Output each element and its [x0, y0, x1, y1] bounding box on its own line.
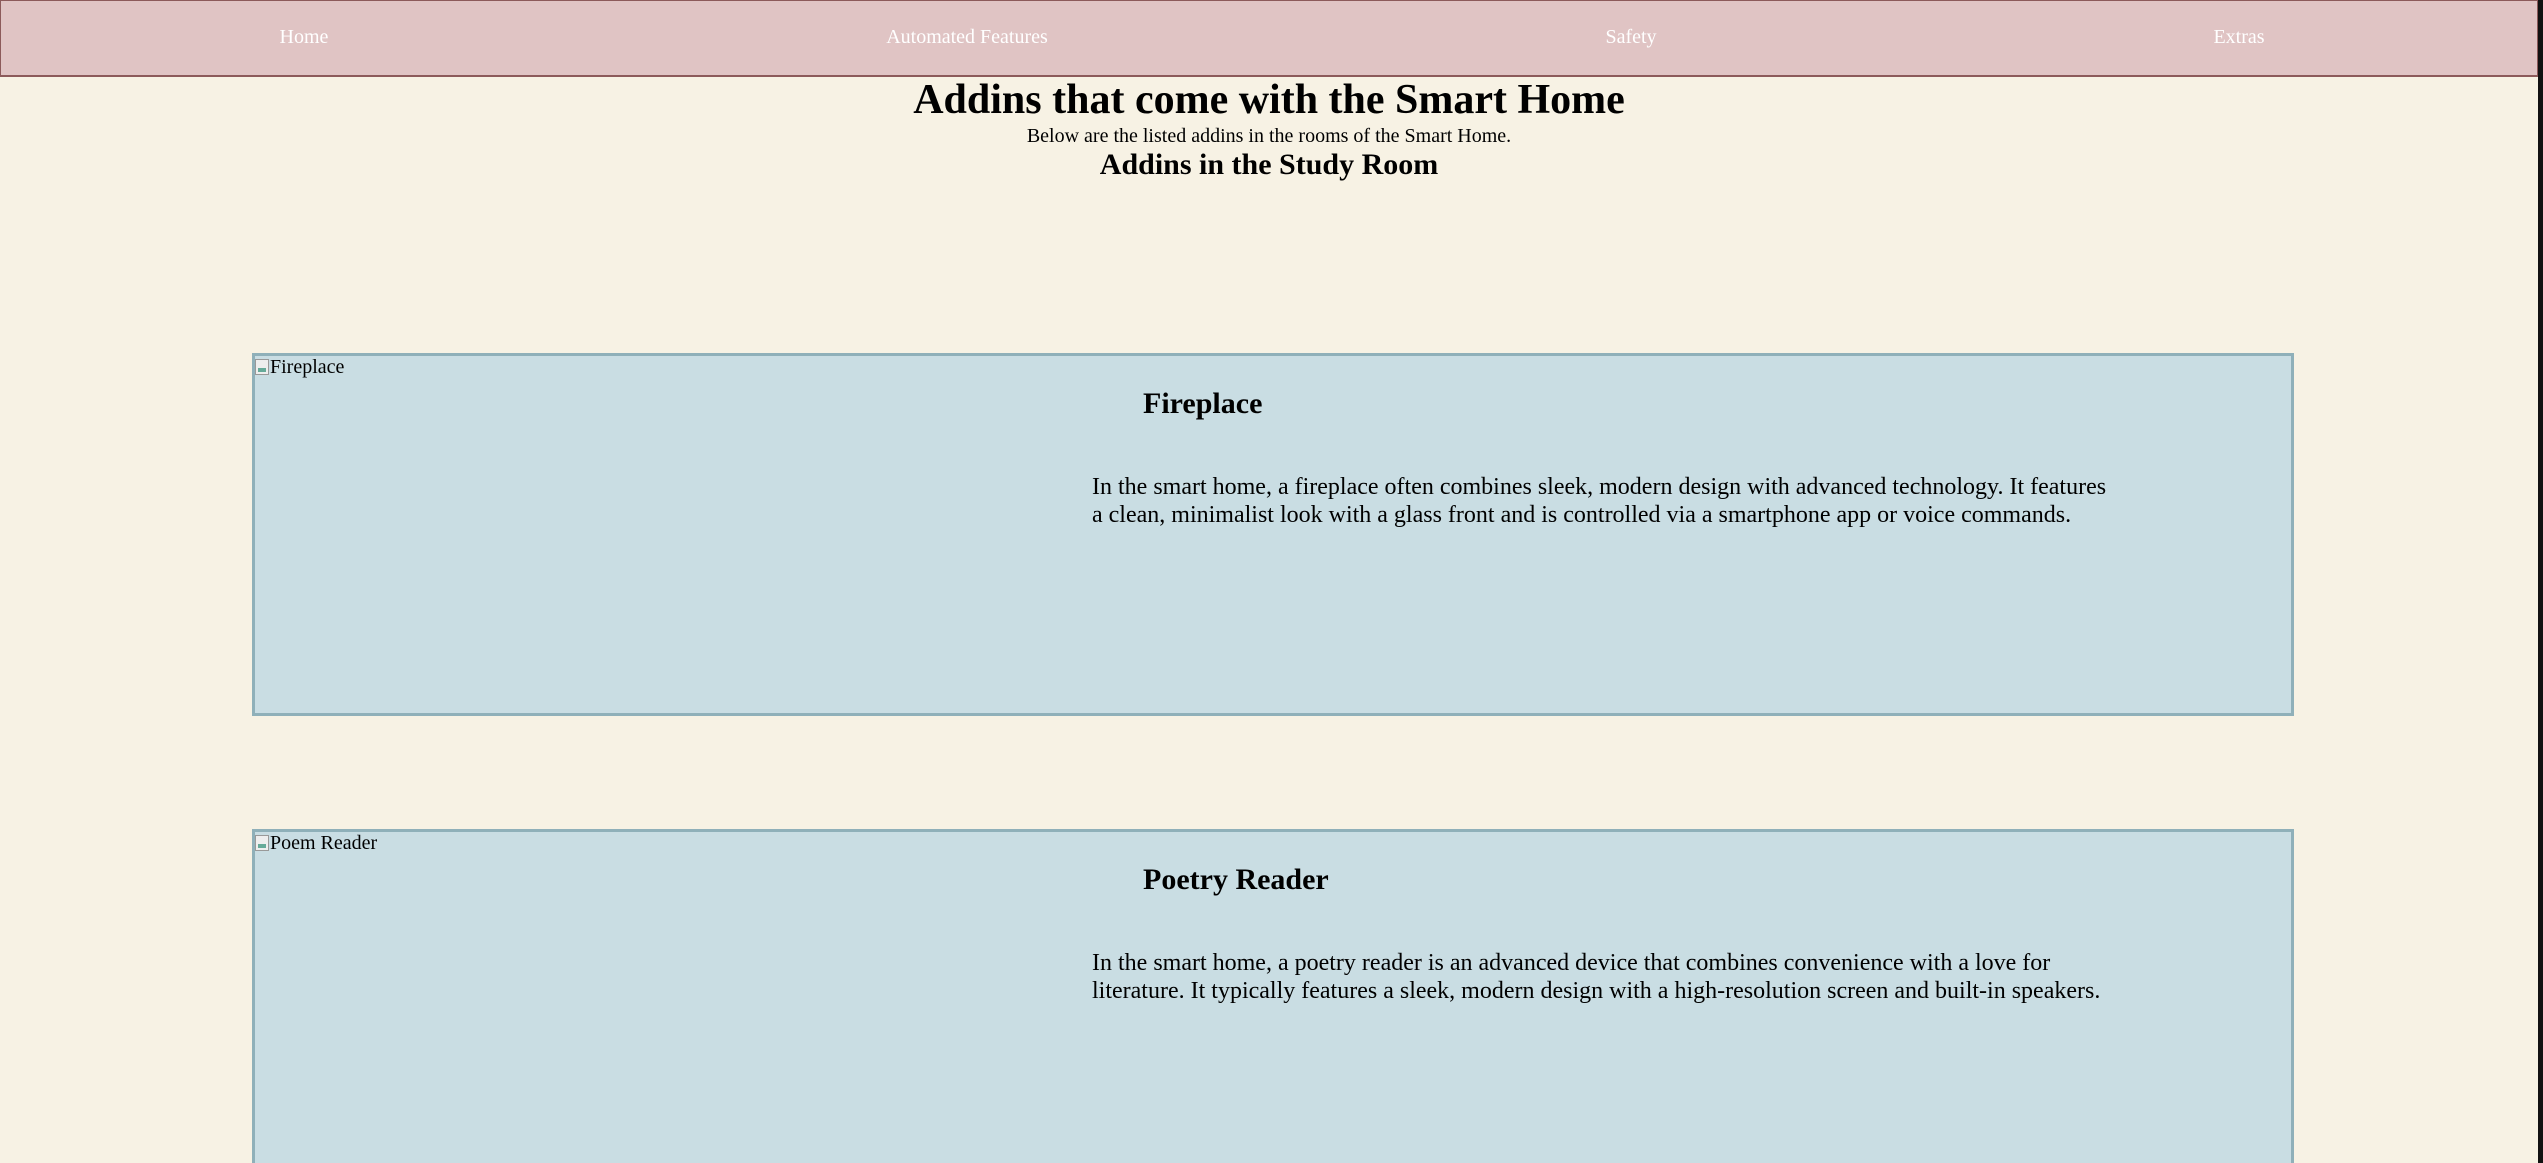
window-edge — [2538, 0, 2543, 1163]
nav-link-home[interactable]: Home — [280, 26, 329, 49]
poem-reader-image: Poem Reader — [255, 832, 1055, 1163]
page-subtitle: Below are the listed addins in the rooms… — [1026, 125, 1512, 147]
nav-link-automated-features[interactable]: Automated Features — [886, 26, 1048, 49]
image-alt-text: Poem Reader — [270, 832, 378, 854]
addin-card-fireplace: Fireplace Fireplace In the smart home, a… — [252, 353, 2294, 716]
image-alt-text: Fireplace — [270, 356, 345, 378]
card-description: In the smart home, a fireplace often com… — [1092, 474, 2107, 528]
broken-image-icon — [255, 835, 269, 851]
addin-card-poetry-reader: Poem Reader Poetry Reader In the smart h… — [252, 829, 2294, 1163]
card-description: In the smart home, a poetry reader is an… — [1092, 950, 2101, 1004]
card-heading: Poetry Reader — [1143, 863, 1329, 896]
nav-link-extras[interactable]: Extras — [2213, 26, 2264, 49]
section-title: Addins in the Study Room — [1099, 148, 1439, 181]
nav-link-safety[interactable]: Safety — [1605, 26, 1656, 49]
broken-image-icon — [255, 359, 269, 375]
card-heading: Fireplace — [1143, 387, 1263, 420]
fireplace-image: Fireplace — [255, 356, 1055, 696]
top-navbar: Home Automated Features Safety Extras — [0, 0, 2538, 77]
page: Home Automated Features Safety Extras Ad… — [0, 0, 2543, 1163]
page-title: Addins that come with the Smart Home — [913, 77, 1625, 123]
